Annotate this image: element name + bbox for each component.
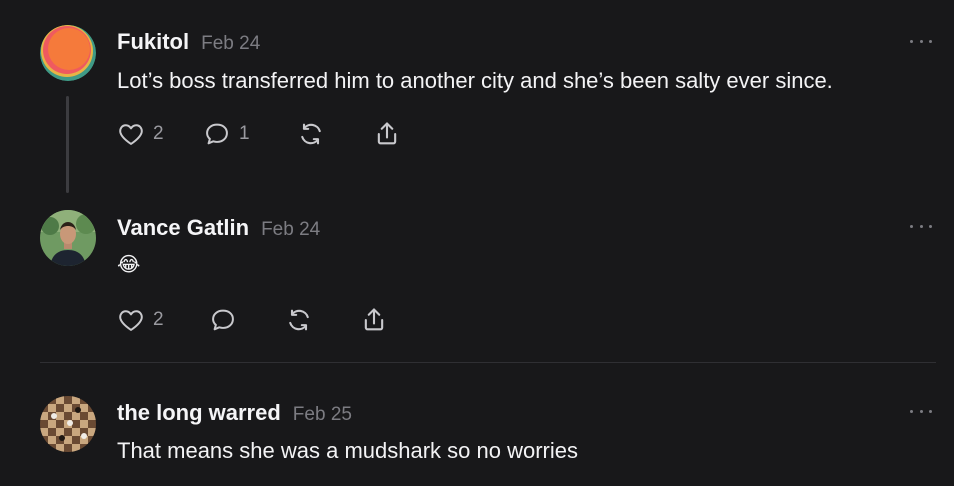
reply-button[interactable]: 1 xyxy=(203,118,250,150)
author-name[interactable]: the long warred Feb 25 xyxy=(117,400,352,426)
avatar[interactable] xyxy=(40,25,96,81)
repost-button[interactable] xyxy=(285,304,313,336)
avatar-image xyxy=(40,210,96,266)
avatar-image xyxy=(40,25,96,81)
comment-icon xyxy=(212,309,234,331)
avatar[interactable] xyxy=(40,396,96,452)
author-name[interactable]: Fukitol Feb 24 xyxy=(117,29,260,55)
author-name-text[interactable]: the long warred xyxy=(117,400,281,425)
like-count: 2 xyxy=(153,309,164,330)
post-date: Feb 24 xyxy=(201,33,261,54)
repost-icon xyxy=(301,123,321,145)
comment-icon xyxy=(206,123,228,145)
heart-icon xyxy=(119,124,143,145)
post-date: Feb 24 xyxy=(261,219,321,240)
thread-line xyxy=(66,96,69,193)
more-icon[interactable] xyxy=(910,38,932,44)
heart-icon xyxy=(119,310,143,331)
post-2: Vance Gatlin Feb 24 😂 2 xyxy=(0,200,954,362)
post-3: the long warred Feb 25 That means she was… xyxy=(0,363,954,486)
repost-button[interactable] xyxy=(297,118,325,150)
like-button[interactable]: 2 xyxy=(117,118,164,150)
post-text: That means she was a mudshark so no worr… xyxy=(117,438,578,463)
like-button[interactable]: 2 xyxy=(117,304,164,336)
reply-button[interactable] xyxy=(209,304,237,336)
share-button[interactable] xyxy=(360,304,388,336)
repost-icon xyxy=(289,309,309,331)
share-button[interactable] xyxy=(373,118,401,150)
avatar-image xyxy=(40,396,96,452)
reply-count: 1 xyxy=(239,123,250,144)
share-icon xyxy=(364,308,384,331)
more-icon[interactable] xyxy=(910,408,932,414)
share-icon xyxy=(377,122,397,145)
post-text: 😂 xyxy=(117,254,141,276)
more-icon[interactable] xyxy=(910,223,932,229)
author-name-text[interactable]: Vance Gatlin xyxy=(117,215,249,240)
like-count: 2 xyxy=(153,123,164,144)
avatar[interactable] xyxy=(40,210,96,266)
post-text: Lot’s boss transferred him to another ci… xyxy=(117,68,833,93)
post-1: Fukitol Feb 24 Lot’s boss transferred him… xyxy=(0,0,954,200)
post-date: Feb 25 xyxy=(292,404,352,425)
author-name[interactable]: Vance Gatlin Feb 24 xyxy=(117,215,320,241)
author-name-text[interactable]: Fukitol xyxy=(117,29,189,54)
